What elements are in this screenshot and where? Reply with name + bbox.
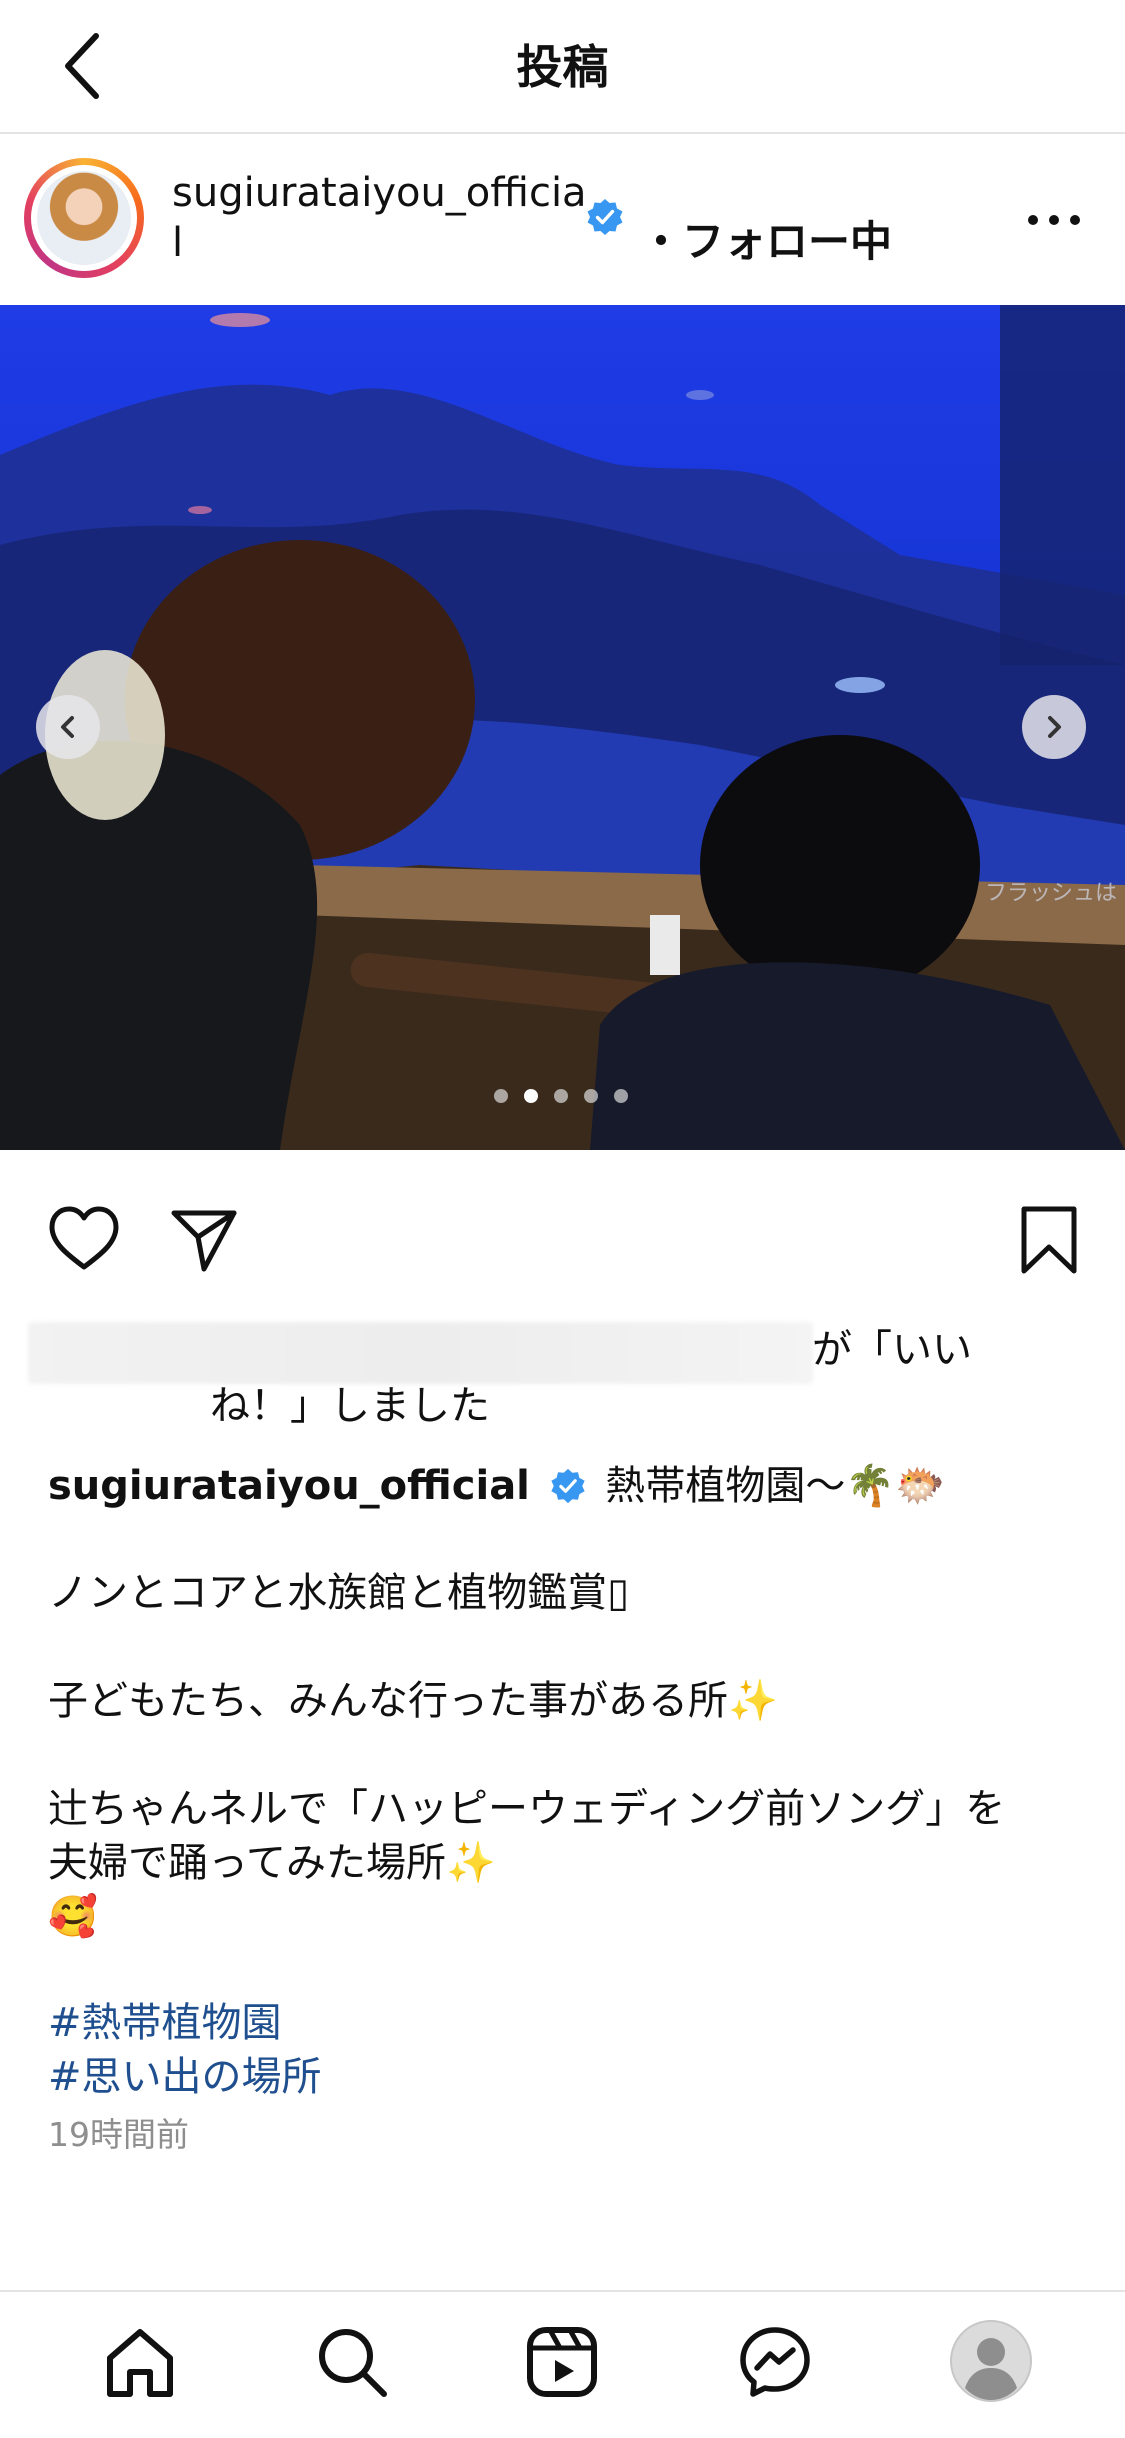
chevron-right-icon	[1048, 716, 1061, 738]
caption-line-4: 辻ちゃんネルで「ハッピーウェディング前ソング」を	[48, 1786, 1006, 1832]
caption-username[interactable]: sugiurataiyou_official	[48, 1463, 530, 1509]
messenger-icon[interactable]	[735, 2322, 815, 2402]
caption-line-6: 🥰	[48, 1894, 98, 1940]
verified-badge-icon	[587, 199, 623, 235]
profile-avatar-icon[interactable]	[948, 2318, 1034, 2404]
caption-line-2: ノンとコアと水族館と植物鑑賞▯	[48, 1570, 630, 1616]
following-status[interactable]: ・フォロー中	[640, 214, 892, 270]
likes-text-line2: ね！」しました	[210, 1383, 490, 1429]
caption-header: sugiurataiyou_official 熱帯植物園〜🌴🐡	[48, 1458, 945, 1514]
photo-watermark-text: フラッシュは	[985, 880, 1117, 905]
verified-badge-icon	[551, 1468, 585, 1504]
carousel-dot	[614, 1089, 628, 1103]
hashtag-link[interactable]: #熱帯植物園	[48, 1996, 282, 2050]
page-title: 投稿	[516, 40, 609, 94]
hashtag-link[interactable]: #思い出の場所	[48, 2050, 322, 2104]
liker-name-redacted	[28, 1322, 813, 1384]
more-options-icon[interactable]	[1025, 205, 1083, 235]
carousel-next-button[interactable]	[1022, 695, 1086, 759]
post-username[interactable]: sugiurataiyou_official	[172, 168, 592, 268]
chevron-left-icon	[61, 716, 74, 738]
post-timestamp: 19時間前	[48, 2115, 189, 2154]
avatar[interactable]	[37, 171, 131, 265]
caption-line-3: 子どもたち、みんな行った事がある所✨	[48, 1678, 778, 1724]
send-icon[interactable]	[168, 1205, 240, 1273]
carousel-dot	[584, 1089, 598, 1103]
post-photo[interactable]: フラッシュは	[0, 305, 1125, 1150]
search-icon[interactable]	[312, 2322, 392, 2402]
aquarium-photo: フラッシュは	[0, 305, 1125, 1150]
home-icon[interactable]	[100, 2322, 180, 2402]
likes-text: が「いい	[812, 1327, 972, 1373]
carousel-dot-active	[524, 1089, 538, 1103]
carousel-dot	[494, 1089, 508, 1103]
heart-icon[interactable]	[48, 1205, 120, 1273]
carousel-dot	[554, 1089, 568, 1103]
caption-line-1: 熱帯植物園〜🌴🐡	[605, 1463, 945, 1509]
bookmark-icon[interactable]	[1018, 1205, 1080, 1275]
carousel-prev-button[interactable]	[36, 695, 100, 759]
caption-line-5: 夫婦で踊ってみた場所✨	[48, 1840, 496, 1886]
reels-icon[interactable]	[522, 2322, 602, 2402]
